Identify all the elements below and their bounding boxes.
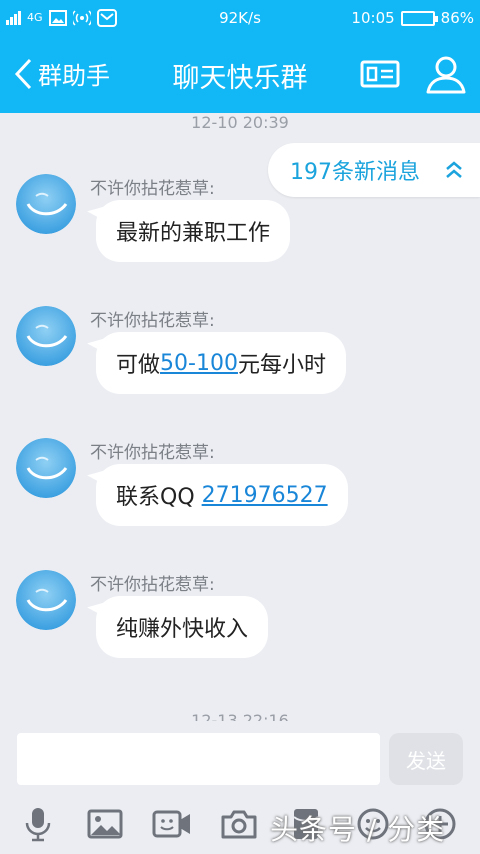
photo-button[interactable] (85, 806, 125, 842)
message-text: 联系QQ (116, 485, 202, 510)
message-link[interactable]: 50-100 (160, 351, 238, 376)
message-text: 纯赚外快收入 (116, 617, 249, 642)
status-right: 10:05 86% (351, 9, 474, 27)
message-text: 元每小时 (237, 353, 326, 378)
message-link[interactable]: 271976527 (202, 483, 328, 508)
group-profile-button[interactable] (360, 54, 400, 98)
message-item: 不许你拈花惹草: 联系QQ 271976527 (0, 422, 480, 542)
id-card-icon (360, 60, 400, 88)
message-item: 不许你拈花惹草: 纯赚外快收入 (0, 554, 480, 674)
sender-name: 不许你拈花惹草: (90, 311, 215, 331)
message-item: 不许你拈花惹草: 可做 50-100 元每小时 (0, 290, 480, 410)
image-icon (87, 809, 123, 839)
status-bar: 4G 92K/s 10:05 86% (0, 0, 480, 36)
watermark: 头条号 / 分类 (270, 813, 446, 846)
avatar-image (16, 570, 76, 630)
video-icon (152, 810, 190, 838)
avatar[interactable] (16, 174, 76, 234)
sender-name: 不许你拈花惹草: (90, 179, 215, 199)
camera-button[interactable] (219, 806, 259, 842)
chat-area[interactable]: 12-10 20:39 197条新消息 不许你拈花惹草: 最新的兼职工作 不许你… (0, 113, 480, 721)
video-button[interactable] (152, 806, 192, 842)
sender-name: 不许你拈花惹草: (90, 575, 215, 595)
message-bubble[interactable]: 纯赚外快收入 (96, 596, 269, 658)
message-text: 可做 (116, 353, 161, 378)
camera-icon (221, 810, 257, 839)
group-members-button[interactable] (424, 54, 468, 98)
avatar[interactable] (16, 438, 76, 498)
message-bubble[interactable]: 最新的兼职工作 (96, 200, 291, 262)
battery-percent: 86% (440, 9, 474, 27)
avatar[interactable] (16, 306, 76, 366)
user-icon (426, 56, 466, 94)
mic-icon (25, 808, 51, 842)
message-bubble[interactable]: 联系QQ 271976527 (96, 464, 348, 526)
avatar-image (16, 306, 76, 366)
avatar-image (16, 438, 76, 498)
title-bar: 群助手 聊天快乐群 (0, 36, 480, 113)
message-item: 不许你拈花惹草: 最新的兼职工作 (0, 158, 480, 278)
sender-name: 不许你拈花惹草: (90, 443, 215, 463)
message-timestamp: 12-10 20:39 (191, 113, 289, 132)
voice-button[interactable] (18, 806, 58, 842)
avatar[interactable] (16, 570, 76, 630)
battery-icon (400, 10, 438, 26)
message-bubble[interactable]: 可做 50-100 元每小时 (96, 332, 346, 394)
message-text: 最新的兼职工作 (116, 221, 271, 246)
page-title: 聊天快乐群 (172, 63, 308, 94)
avatar-image (16, 174, 76, 234)
message-input[interactable] (17, 733, 380, 785)
message-timestamp: 12-13 22:16 (191, 711, 289, 721)
input-bar: 发送 (0, 721, 480, 796)
send-button[interactable]: 发送 (389, 733, 463, 785)
clock: 10:05 (351, 9, 395, 27)
